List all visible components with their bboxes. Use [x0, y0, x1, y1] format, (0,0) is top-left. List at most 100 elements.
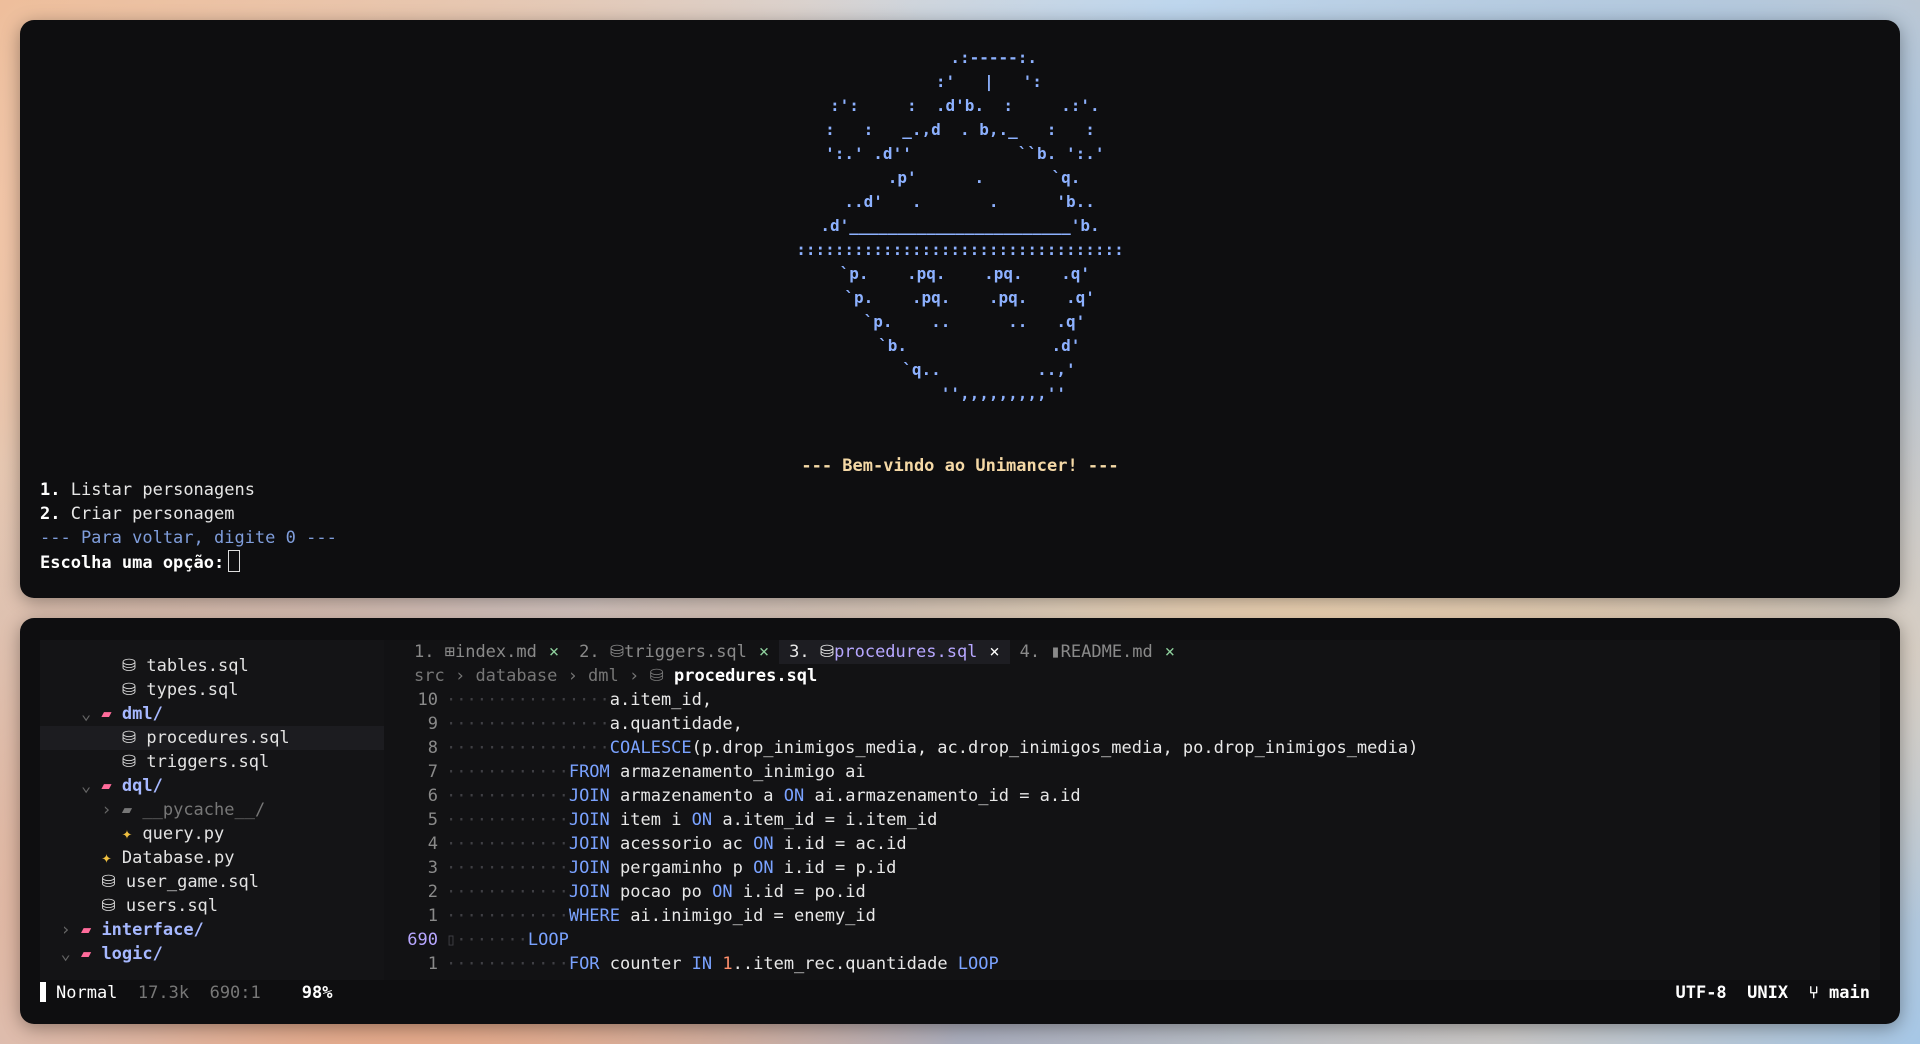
tree-item[interactable]: ⌄ ▰ logic/ — [40, 942, 162, 966]
folder-icon: ▰ — [80, 920, 102, 940]
tab-number: 1. — [414, 642, 445, 662]
terminal-cursor[interactable] — [228, 550, 241, 572]
tree-item[interactable]: › ▰ interface/ — [40, 918, 203, 942]
indent-guide: ············ — [446, 762, 569, 782]
tree-item[interactable]: › ▰ __pycache__/ — [40, 798, 265, 822]
tree-item[interactable]: ⛁ types.sql — [40, 678, 239, 702]
code-text: item i — [609, 810, 692, 830]
editor-window[interactable]: ⛁ tables.sql ⛁ types.sql ⌄ ▰ dml/ ⛁ proc… — [20, 618, 1900, 1024]
tree-item[interactable]: ⛁ procedures.sql — [40, 726, 384, 750]
breadcrumb-part[interactable]: dml — [588, 666, 619, 686]
folder-icon: ▰ — [80, 944, 102, 964]
status-left: Normal 17.3k 690:1 98% — [40, 980, 332, 1006]
tab-number: 3. — [789, 642, 820, 662]
python-file-icon: ✦ — [121, 824, 143, 844]
code-keyword: JOIN — [568, 810, 610, 830]
tree-item[interactable]: ⛁ user_game.sql — [40, 870, 259, 894]
code-line[interactable]: 6 ············JOIN armazenamento a ON ai.… — [404, 784, 1418, 808]
code-line[interactable]: 4 ············JOIN acessorio ac ON i.id =… — [404, 832, 1418, 856]
tree-item[interactable]: ⛁ triggers.sql — [40, 750, 269, 774]
tree-item[interactable]: ⛁ tables.sql — [40, 654, 249, 678]
folder-icon: ▰ — [101, 776, 122, 796]
tree-item-label: dql/ — [121, 776, 163, 796]
folder-icon: ▰ — [121, 800, 143, 820]
file-icon: ⛁ — [819, 642, 835, 662]
tree-item[interactable]: ✦ Database.py — [40, 846, 235, 870]
menu-option-1: 1. Listar personagens — [40, 478, 337, 502]
code-pane[interactable]: 1. ⊞index.md × 2. ⛁triggers.sql × 3. ⛁proced… — [404, 640, 1880, 980]
code-number: 1 — [712, 954, 733, 974]
code-line[interactable]: 8 ················COALESCE(p.drop_inimigo… — [404, 736, 1419, 760]
file-icon: ⛁ — [649, 666, 674, 686]
code-text: acessorio ac — [609, 834, 754, 854]
code-line[interactable]: 7 ············FROM armazenamento_inimigo … — [404, 760, 1418, 784]
code-text: a.item_id, — [609, 690, 713, 710]
code-text: i.id = p.id — [773, 858, 897, 878]
scroll-percent: 98% — [301, 983, 333, 1003]
code-function: COALESCE — [609, 738, 692, 758]
indent-guide: ················ — [446, 714, 610, 734]
file-format: UNIX — [1747, 983, 1789, 1003]
code-text: pocao po — [609, 882, 713, 902]
breadcrumb-file[interactable]: procedures.sql — [674, 666, 817, 686]
tab-bar: 1. ⊞index.md × 2. ⛁triggers.sql × 3. ⛁proced… — [404, 640, 1185, 664]
code-line[interactable]: 1 ············WHERE ai.inimigo_id = enemy… — [404, 904, 1418, 928]
prompt-row[interactable]: Escolha uma opção: — [40, 550, 337, 574]
menu-option-1-label: Listar personagens — [70, 480, 255, 500]
database-file-icon: ⛁ — [121, 656, 147, 676]
tab-number: 2. — [579, 642, 610, 662]
code-text: i.id = ac.id — [773, 834, 907, 854]
code-text: armazenamento a — [609, 786, 784, 806]
menu-option-2-number: 2. — [40, 504, 61, 524]
tree-item[interactable]: ⌄ ▰ dql/ — [40, 774, 163, 798]
breadcrumb-part[interactable]: database — [475, 666, 557, 686]
tree-item[interactable]: ⌄ ▰ dml/ — [40, 702, 163, 726]
tree-item-label: procedures.sql — [146, 728, 290, 748]
tree-item[interactable]: ✦ query.py — [40, 822, 224, 846]
file-icon: ⛁ — [609, 642, 625, 662]
tree-item[interactable]: ⛁ users.sql — [40, 894, 218, 918]
code-line[interactable]: 5 ············JOIN item i ON a.item_id = … — [404, 808, 1418, 832]
breadcrumb-part[interactable]: src — [414, 666, 445, 686]
indent-guide: ▯······· — [446, 930, 528, 950]
line-number: 9 — [427, 714, 438, 734]
folder-icon: ▰ — [101, 704, 122, 724]
code-line[interactable]: 10 ················a.item_id, — [404, 688, 1418, 712]
close-icon[interactable]: × — [549, 642, 559, 662]
code-line[interactable]: 2 ············JOIN pocao po ON i.id = po.… — [404, 880, 1418, 904]
tab-index-md[interactable]: 1. ⊞index.md × — [404, 640, 569, 664]
line-number: 2 — [427, 882, 438, 902]
database-file-icon: ⛁ — [101, 896, 126, 916]
code-line[interactable]: 3 ············JOIN pergaminho p ON i.id =… — [404, 856, 1418, 880]
indent-guide: ············ — [446, 810, 569, 830]
code-text: (p.drop_inimigos_media, ac.drop_inimigos… — [691, 738, 1419, 758]
tree-item-label: Database.py — [121, 848, 235, 868]
close-icon[interactable]: × — [989, 642, 999, 662]
tree-indent: ⌄ — [40, 776, 102, 796]
line-number: 1 — [427, 906, 438, 926]
terminal-window[interactable]: .:-----:. :' | ': :': : .d'b. : .:'. : :… — [20, 20, 1900, 598]
code-keyword: IN — [691, 954, 713, 974]
code-lines[interactable]: 10 ················a.item_id, 9 ···········… — [404, 688, 1418, 976]
tab-filename: README.md — [1060, 642, 1153, 662]
close-icon[interactable]: × — [1165, 642, 1175, 662]
tab-README-md[interactable]: 4. ▮README.md × — [1010, 640, 1185, 664]
database-file-icon: ⛁ — [121, 728, 147, 748]
indent-guide: ············ — [446, 906, 569, 926]
tab-filename: index.md — [454, 642, 537, 662]
line-number: 8 — [427, 738, 438, 758]
code-line[interactable]: 690 ▯·······LOOP — [404, 928, 1418, 952]
indent-guide: ············ — [446, 858, 569, 878]
code-line[interactable]: 1 ············FOR counter IN 1..item_rec.… — [404, 952, 1418, 976]
breadcrumb-separator: › — [618, 666, 650, 686]
status-bar: Normal 17.3k 690:1 98% UTF-8 UNIX ⑂ main — [40, 980, 1880, 1006]
status-right: UTF-8 UNIX ⑂ main — [1675, 980, 1870, 1006]
tab-procedures-sql[interactable]: 3. ⛁procedures.sql × — [779, 640, 1010, 664]
tab-triggers-sql[interactable]: 2. ⛁triggers.sql × — [569, 640, 779, 664]
tree-item-label: tables.sql — [146, 656, 249, 676]
breadcrumb: src › database › dml › ⛁ procedures.sql — [414, 664, 817, 688]
close-icon[interactable]: × — [759, 642, 769, 662]
menu-option-2: 2. Criar personagem — [40, 502, 337, 526]
code-line[interactable]: 9 ················a.quantidade, — [404, 712, 1418, 736]
file-tree[interactable]: ⛁ tables.sql ⛁ types.sql ⌄ ▰ dml/ ⛁ proc… — [40, 640, 384, 980]
